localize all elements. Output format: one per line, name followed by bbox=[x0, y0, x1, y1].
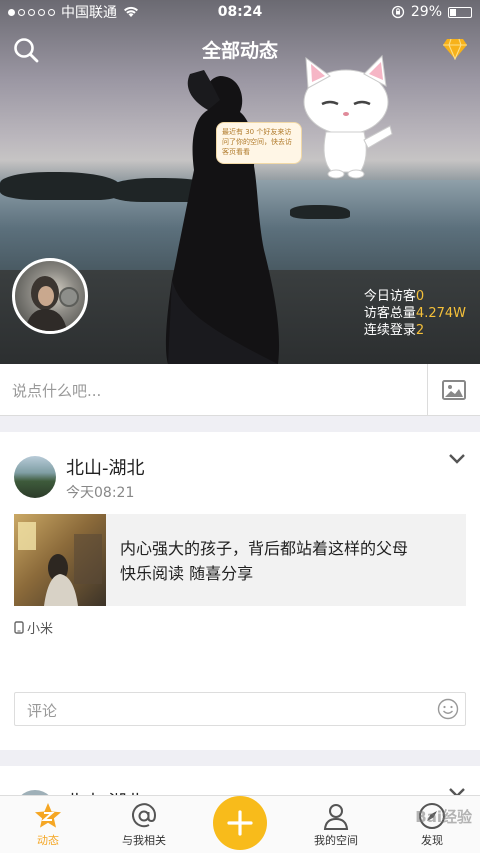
signal-strength-icon bbox=[8, 8, 55, 16]
thumbnail-image bbox=[18, 522, 102, 606]
tab-label: 动态 bbox=[37, 834, 59, 847]
feed-post: 北山-湖北 今天08:21 内心强大的孩子，背后都站着这样的父母 快乐阅读 随喜… bbox=[0, 432, 480, 750]
add-photo-button[interactable] bbox=[427, 364, 480, 416]
post-user-avatar[interactable] bbox=[14, 456, 56, 498]
image-icon bbox=[442, 380, 466, 400]
tab-label: 发现 bbox=[421, 834, 443, 847]
tab-feed[interactable]: 动态 bbox=[0, 796, 96, 853]
compose-bar: 说点什么吧... bbox=[0, 364, 480, 416]
tab-label: 与我相关 bbox=[122, 834, 166, 847]
profile-avatar[interactable] bbox=[12, 258, 88, 334]
avatar-image bbox=[25, 276, 79, 331]
login-streak-label: 连续登录 bbox=[363, 323, 416, 338]
phone-icon bbox=[14, 621, 24, 634]
cat-mascot[interactable] bbox=[298, 54, 398, 182]
at-sign-icon bbox=[132, 803, 157, 828]
rotation-lock-icon bbox=[391, 5, 405, 19]
login-streak-value: 2 bbox=[415, 323, 425, 338]
star-z-icon bbox=[35, 803, 61, 828]
status-bar: 中国联通 08:24 29% bbox=[0, 0, 480, 24]
comment-input[interactable]: 评论 bbox=[14, 692, 466, 726]
woman-figure bbox=[165, 70, 280, 364]
tab-mentions[interactable]: 与我相关 bbox=[96, 796, 192, 853]
today-visitors-label: 今日访客 bbox=[363, 289, 416, 304]
person-icon bbox=[323, 804, 349, 830]
emoji-icon[interactable] bbox=[437, 698, 459, 720]
carrier-name: 中国联通 bbox=[61, 5, 117, 21]
battery-icon bbox=[448, 6, 472, 18]
article-subtitle: 快乐阅读 随喜分享 bbox=[120, 564, 254, 583]
visitor-stats[interactable]: 今日访客 0 访客总量 4.274W 连续登录 2 bbox=[364, 288, 466, 339]
cat-speech-bubble[interactable]: 最近有 30 个好友来访问了你的空间，快去访客页看看 bbox=[216, 122, 302, 164]
top-nav-bar: 全部动态 bbox=[0, 30, 480, 70]
post-user-name[interactable]: 北山-湖北 bbox=[66, 454, 145, 480]
post-device: 小米 bbox=[14, 618, 53, 637]
comment-placeholder: 评论 bbox=[27, 702, 58, 720]
article-title: 内心强大的孩子，背后都站着这样的父母 bbox=[120, 539, 409, 558]
publish-button[interactable] bbox=[213, 796, 267, 850]
shared-article[interactable]: 内心强大的孩子，背后都站着这样的父母 快乐阅读 随喜分享 bbox=[14, 514, 466, 606]
chevron-down-icon[interactable] bbox=[448, 452, 466, 466]
watermark-text: Bai经验 bbox=[415, 808, 472, 826]
post-timestamp: 今天08:21 bbox=[66, 485, 135, 501]
battery-percent: 29% bbox=[410, 4, 442, 20]
total-visitors-label: 访客总量 bbox=[363, 306, 416, 321]
page-title: 全部动态 bbox=[201, 40, 278, 62]
plus-icon bbox=[227, 810, 253, 836]
today-visitors-value: 0 bbox=[415, 289, 425, 304]
device-name: 小米 bbox=[27, 622, 54, 637]
wifi-icon bbox=[124, 6, 138, 17]
article-thumbnail bbox=[14, 514, 106, 606]
tab-label: 我的空间 bbox=[314, 834, 358, 847]
diamond-vip-icon[interactable] bbox=[442, 38, 468, 60]
tab-my-space[interactable]: 我的空间 bbox=[288, 796, 384, 853]
rock bbox=[0, 172, 120, 200]
total-visitors-value: 4.274W bbox=[415, 306, 466, 321]
compose-input[interactable]: 说点什么吧... bbox=[12, 380, 101, 401]
